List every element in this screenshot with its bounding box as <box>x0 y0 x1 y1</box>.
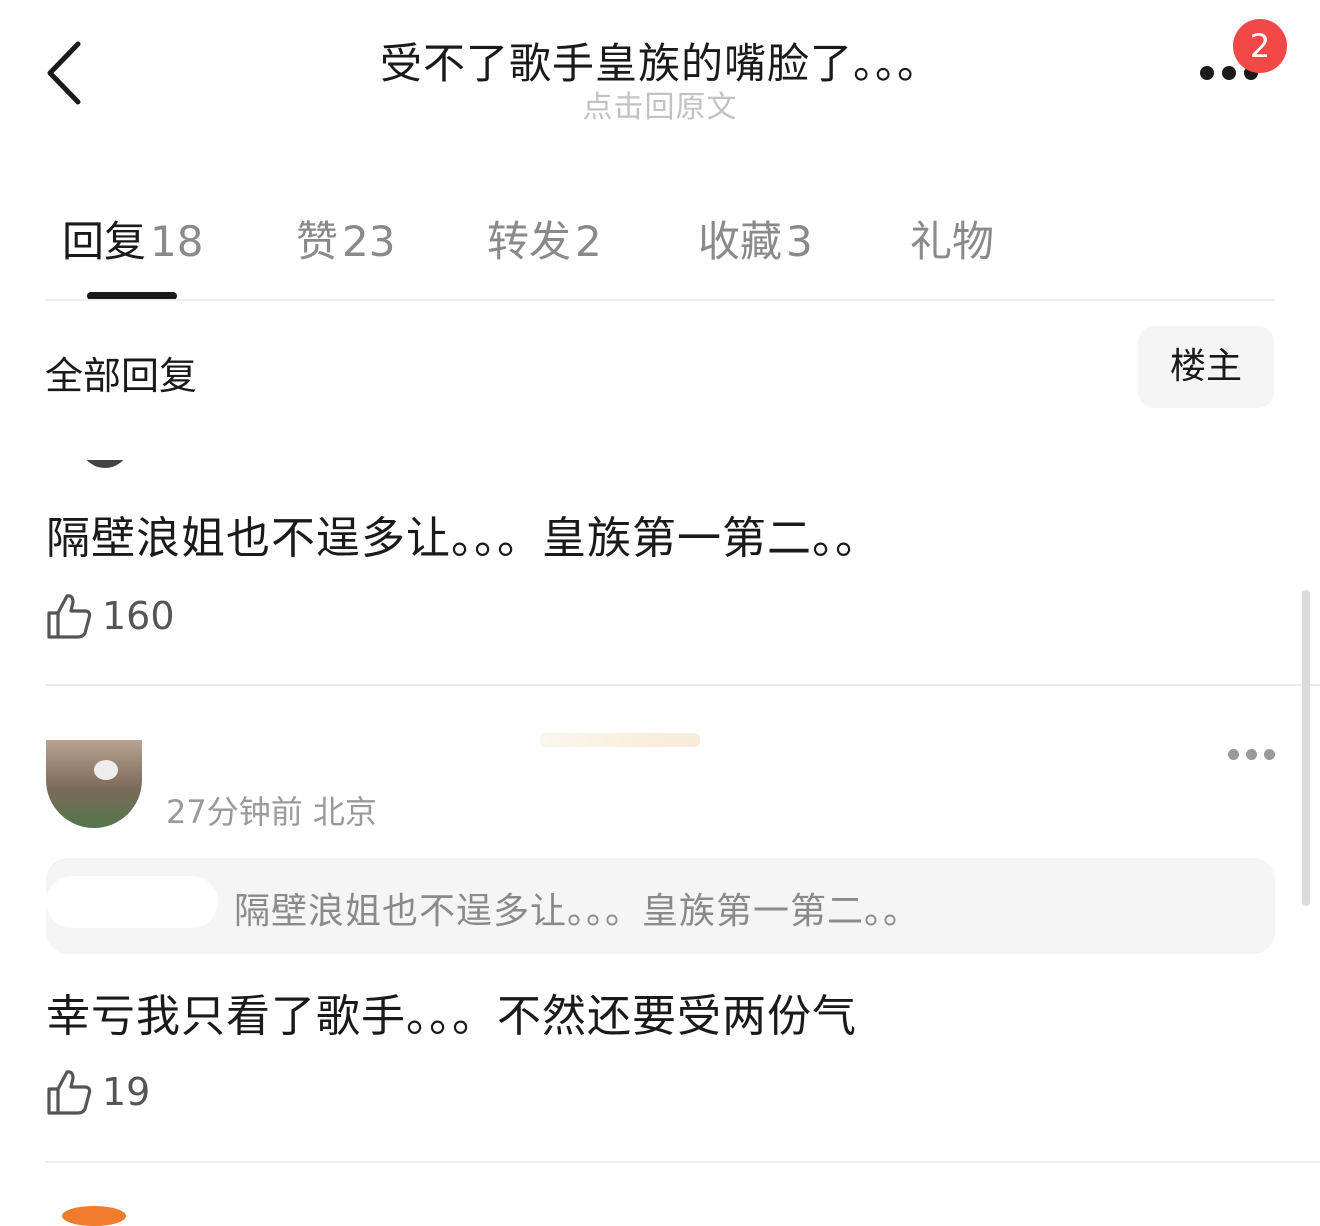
quoted-text: 隔壁浪姐也不逞多让。。。皇族第一第二。。 <box>234 891 921 932</box>
tab-count: 2 <box>575 217 602 266</box>
comment-more-button[interactable] <box>1228 746 1276 762</box>
thumbs-up-icon <box>47 594 92 639</box>
comment-text: 幸亏我只看了歌手。。。不然还要受两份气 <box>46 991 857 1042</box>
like-count: 19 <box>102 1070 151 1114</box>
tab-count: 18 <box>150 217 204 266</box>
tab-gifts[interactable]: 礼物 <box>910 208 994 269</box>
tab-likes[interactable]: 赞23 <box>296 208 395 269</box>
tab-replies[interactable]: 回复18 <box>62 208 203 269</box>
faded-username-area <box>540 733 700 747</box>
more-horizontal-icon <box>1228 749 1239 760</box>
avatar[interactable] <box>80 460 130 470</box>
tab-reposts[interactable]: 转发2 <box>487 208 602 269</box>
quoted-author-placeholder <box>46 876 218 928</box>
tab-label: 赞 <box>296 217 339 266</box>
more-dot <box>1222 66 1236 80</box>
comment-divider <box>45 684 1320 686</box>
comment-divider <box>45 1161 1320 1163</box>
comment-text: 隔壁浪姐也不逞多让。。。皇族第一第二。。 <box>46 513 880 564</box>
tab-favorites[interactable]: 收藏3 <box>698 208 813 269</box>
avatar[interactable] <box>46 740 142 828</box>
owner-filter-button[interactable]: 楼主 <box>1138 326 1274 408</box>
tab-count: 23 <box>342 217 396 266</box>
thumbs-up-icon <box>47 1070 92 1115</box>
quoted-reply[interactable]: 隔壁浪姐也不逞多让。。。皇族第一第二。。 <box>46 858 1275 954</box>
like-count: 160 <box>102 594 175 638</box>
more-dot <box>1264 749 1275 760</box>
tab-label: 转发 <box>487 217 572 266</box>
more-horizontal-icon <box>1200 66 1214 80</box>
more-dot <box>1246 749 1257 760</box>
back-to-original-link[interactable]: 点击回原文 <box>0 82 1320 126</box>
notification-badge: 2 <box>1233 19 1287 73</box>
avatar[interactable] <box>62 1206 126 1226</box>
tab-label: 回复 <box>62 217 147 266</box>
tab-label: 礼物 <box>910 217 995 266</box>
tabs-divider <box>45 299 1275 301</box>
tab-label: 收藏 <box>698 217 783 266</box>
tab-count: 3 <box>786 217 813 266</box>
section-title: 全部回复 <box>45 354 198 398</box>
comment-meta: 27分钟前 北京 <box>166 793 377 831</box>
scrollbar[interactable] <box>1302 590 1310 906</box>
